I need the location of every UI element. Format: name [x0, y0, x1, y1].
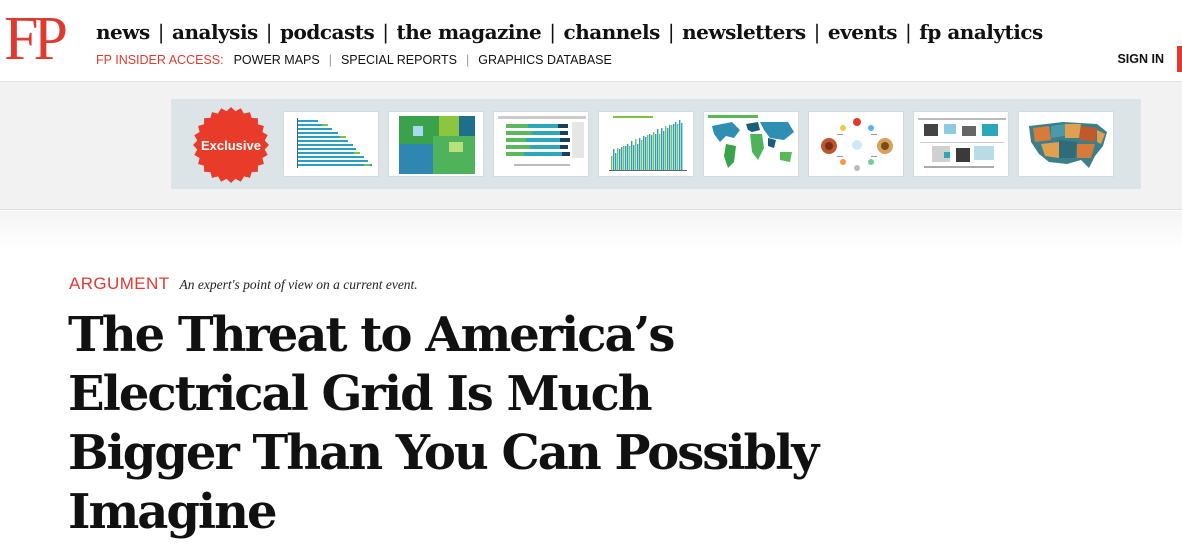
thumbnail-stacked-bar-chart[interactable] — [493, 111, 589, 177]
graphics-banner[interactable]: Exclusive — [171, 99, 1141, 189]
thumbnail-column-chart[interactable] — [598, 111, 694, 177]
thumbnail-infographic[interactable] — [913, 111, 1009, 177]
sign-in-accent-bar — [1177, 46, 1182, 72]
thumbnail-treemap[interactable] — [388, 111, 484, 177]
sign-in-link[interactable]: SIGN IN — [1117, 52, 1164, 66]
nav-fp-analytics[interactable]: fp analytics — [919, 20, 1043, 44]
thumbnail-bar-chart[interactable] — [283, 111, 379, 177]
nav-separator: | — [549, 20, 556, 44]
nav-podcasts[interactable]: podcasts — [280, 20, 375, 44]
graphics-banner-area: Exclusive — [0, 82, 1182, 210]
nav-separator: | — [265, 20, 273, 44]
exclusive-badge-label: Exclusive — [201, 137, 261, 153]
nav-the-magazine[interactable]: the magazine — [397, 20, 542, 44]
exclusive-badge: Exclusive — [192, 106, 270, 184]
thumbnail-network-diagram[interactable] — [808, 111, 904, 177]
banner-fade — [0, 211, 1182, 251]
nav-separator: | — [667, 20, 675, 44]
nav-news[interactable]: news — [96, 20, 150, 44]
power-maps-link[interactable]: POWER MAPS — [234, 53, 320, 67]
fp-logo[interactable]: FP — [4, 8, 68, 70]
subnav-separator: | — [465, 53, 470, 67]
nav-channels[interactable]: channels — [564, 20, 661, 44]
graphics-database-link[interactable]: GRAPHICS DATABASE — [478, 53, 612, 67]
subnav-separator: | — [328, 53, 332, 67]
section-tag[interactable]: ARGUMENT — [69, 274, 169, 294]
article-kicker: ARGUMENT An expert's point of view on a … — [69, 274, 418, 294]
site-header: FP news | analysis | podcasts | the maga… — [0, 0, 1182, 82]
nav-separator: | — [905, 20, 912, 44]
nav-newsletters[interactable]: newsletters — [682, 20, 806, 44]
nav-analysis[interactable]: analysis — [172, 20, 258, 44]
insider-access-nav: FP INSIDER ACCESS: POWER MAPS | SPECIAL … — [96, 52, 612, 68]
nav-separator: | — [382, 20, 389, 44]
nav-separator: | — [157, 20, 165, 44]
special-reports-link[interactable]: SPECIAL REPORTS — [341, 53, 457, 67]
nav-separator: | — [813, 20, 821, 44]
article-headline: The Threat to America’s Electrical Grid … — [68, 307, 819, 540]
main-nav: news | analysis | podcasts | the magazin… — [96, 18, 1043, 46]
thumbnail-us-map[interactable] — [1018, 111, 1114, 177]
section-description: An expert's point of view on a current e… — [179, 277, 418, 292]
nav-events[interactable]: events — [828, 20, 898, 44]
insider-access-label: FP INSIDER ACCESS: — [96, 53, 224, 67]
thumbnail-world-map[interactable] — [703, 111, 799, 177]
